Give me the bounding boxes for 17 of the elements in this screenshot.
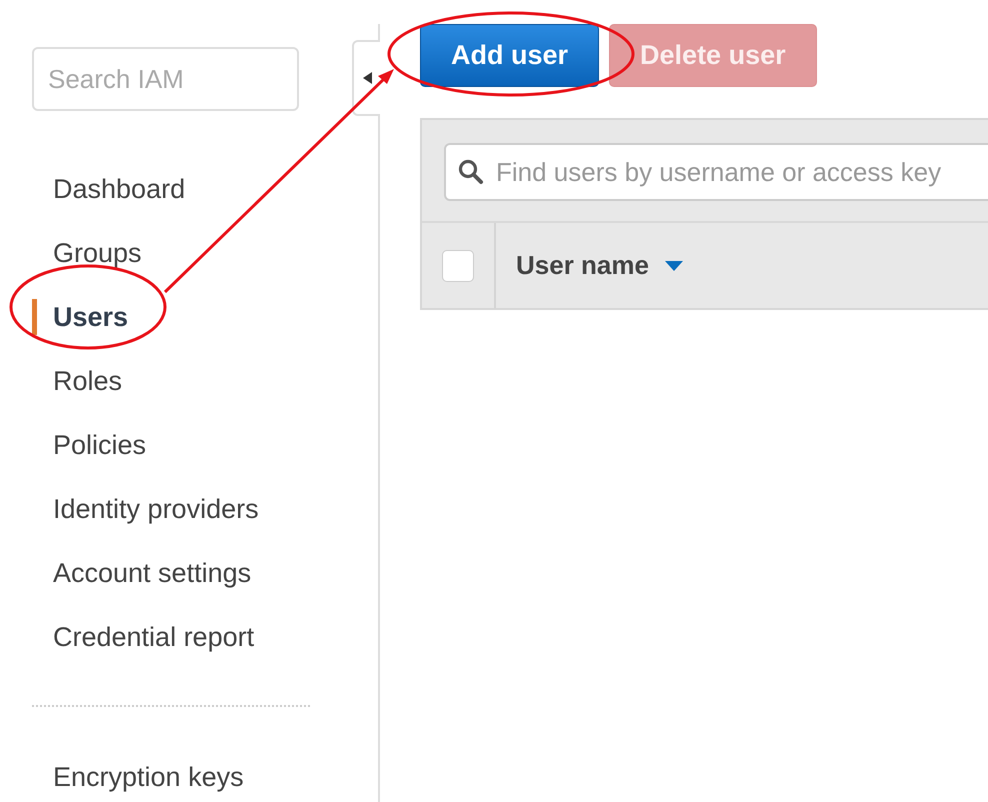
search-field[interactable]: Find users by username or access key [444,143,988,201]
sidebar-item[interactable]: Dashboard [0,157,378,221]
sidebar-item[interactable]: Identity providers [0,477,378,541]
sort-caret-icon[interactable] [664,260,683,270]
sidebar-item[interactable]: Roles [0,349,378,413]
sidebar-item[interactable]: Groups [0,221,378,285]
sidebar-item[interactable]: Policies [0,413,378,477]
sidebar-item[interactable]: Encryption keys [0,745,378,802]
sidebar-item[interactable]: Account settings [0,541,378,605]
column-header[interactable]: User name [516,250,649,281]
sidebar-item[interactable]: Users [32,299,378,335]
search-field[interactable]: Search IAM [32,47,299,111]
select-all-checkbox[interactable] [442,250,474,282]
collapse-tab[interactable] [352,40,380,116]
sidebar-item[interactable]: Credential report [0,605,378,669]
toolbar-button[interactable]: Add user [420,24,600,87]
arrow-left-icon [362,72,372,84]
